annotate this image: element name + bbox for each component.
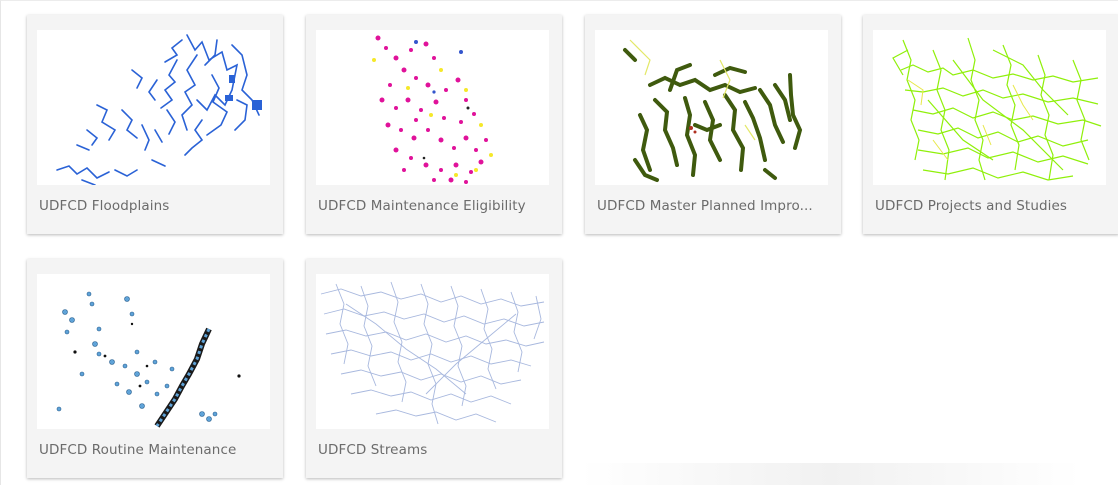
layer-card-title: UDFCD Streams <box>318 442 428 458</box>
streams-map-icon <box>316 274 549 429</box>
layer-card-title: UDFCD Projects and Studies <box>875 198 1068 214</box>
layer-card-title: UDFCD Routine Maintenance <box>39 442 237 458</box>
layer-card-projects-studies[interactable]: UDFCD Projects and Studies <box>863 15 1118 234</box>
layer-card-title: UDFCD Maintenance Eligibility <box>318 198 526 214</box>
layer-card-title: UDFCD Floodplains <box>39 198 170 214</box>
projects-studies-map-icon <box>873 30 1106 185</box>
maintenance-eligibility-map-icon <box>316 30 549 185</box>
layer-card-routine-maintenance[interactable]: UDFCD Routine Maintenance <box>27 259 283 478</box>
layer-card-maintenance-eligibility[interactable]: UDFCD Maintenance Eligibility <box>306 15 562 234</box>
layer-gallery: UDFCD Floodplains UDFCD Maintenance Elig… <box>0 0 1118 485</box>
layer-card-floodplains[interactable]: UDFCD Floodplains <box>27 15 283 234</box>
routine-maintenance-map-icon <box>37 274 270 429</box>
horizontal-scroll-shadow <box>581 463 1081 485</box>
layer-card-streams[interactable]: UDFCD Streams <box>306 259 562 478</box>
layer-card-title: UDFCD Master Planned Impro... <box>597 198 813 214</box>
master-planned-map-icon <box>595 30 828 185</box>
layer-card-master-planned[interactable]: UDFCD Master Planned Impro... <box>585 15 841 234</box>
floodplains-map-icon <box>37 30 270 185</box>
